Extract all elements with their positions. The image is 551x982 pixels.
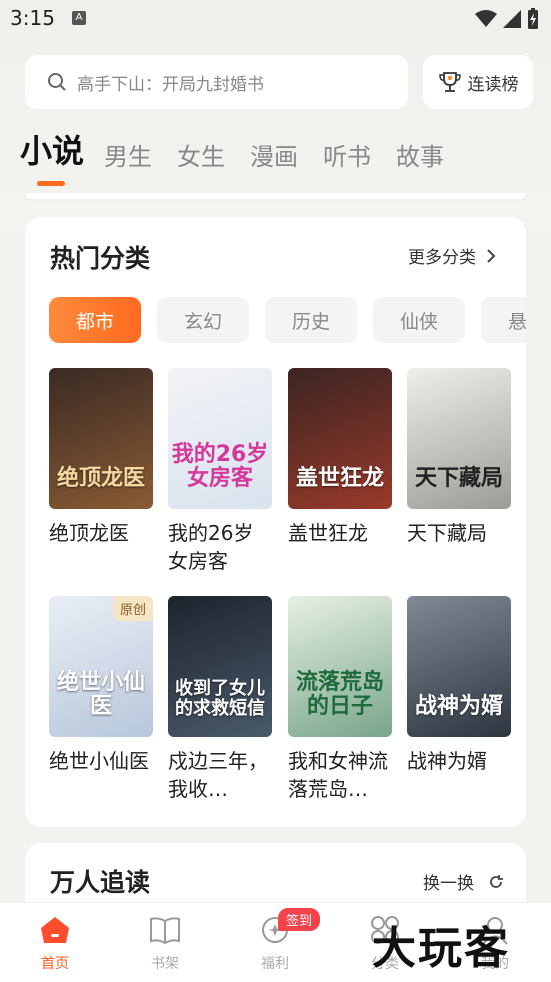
book-item[interactable]: 天下藏局 天下藏局 bbox=[407, 368, 511, 547]
refresh-button[interactable]: 换一换 bbox=[423, 869, 504, 894]
search-placeholder: 高手下山：开局九封婚书 bbox=[77, 74, 264, 95]
battery-icon bbox=[528, 8, 538, 29]
tab-male[interactable]: 男生 bbox=[104, 137, 152, 172]
cover-text: 盖世狂龙 bbox=[295, 466, 384, 491]
chip-fantasy[interactable]: 玄幻 bbox=[157, 297, 249, 343]
nav-label: 福利 bbox=[261, 956, 289, 972]
book-item[interactable]: 收到了女儿的求救短信 戍边三年，我收… bbox=[168, 596, 272, 803]
refresh-label: 换一换 bbox=[423, 874, 474, 894]
book-item[interactable]: 原创 绝世小仙医 绝世小仙医 bbox=[49, 596, 153, 775]
cover-text: 收到了女儿的求救短信 bbox=[175, 678, 265, 719]
cover-text: 绝顶龙医 bbox=[56, 466, 145, 491]
signal-icon bbox=[503, 10, 521, 28]
chip-xianxia[interactable]: 仙侠 bbox=[373, 297, 465, 343]
book-cover: 原创 绝世小仙医 bbox=[49, 596, 153, 737]
book-title: 盖世狂龙 bbox=[288, 521, 368, 545]
book-icon bbox=[150, 917, 180, 945]
book-item[interactable]: 盖世狂龙 盖世狂龙 bbox=[288, 368, 392, 547]
book-title: 我的26岁女房客 bbox=[168, 521, 254, 573]
tab-story[interactable]: 故事 bbox=[396, 137, 444, 172]
book-title: 天下藏局 bbox=[407, 521, 487, 545]
book-cover: 我的26岁女房客 bbox=[168, 368, 272, 509]
tab-audio[interactable]: 听书 bbox=[323, 137, 371, 172]
reading-rank-button[interactable]: 连读榜 bbox=[423, 55, 533, 109]
book-cover: 绝顶龙医 bbox=[49, 368, 153, 509]
chip-urban[interactable]: 都市 bbox=[49, 297, 141, 343]
section-title: 万人追读 bbox=[50, 868, 151, 897]
previous-card-edge bbox=[25, 193, 526, 199]
status-time: 3:15 bbox=[10, 6, 55, 30]
book-item[interactable]: 流落荒岛的日子 我和女神流落荒岛… bbox=[288, 596, 392, 803]
chevron-right-icon bbox=[487, 248, 496, 263]
book-title: 我和女神流落荒岛… bbox=[288, 749, 388, 801]
genre-chips: 都市 玄幻 历史 仙侠 悬疑 bbox=[49, 297, 526, 343]
checkin-badge[interactable]: 签到 bbox=[278, 908, 321, 931]
cover-text: 流落荒岛的日子 bbox=[295, 670, 384, 719]
book-title: 绝顶龙医 bbox=[49, 521, 129, 545]
chip-history[interactable]: 历史 bbox=[265, 297, 357, 343]
cover-text: 绝世小仙医 bbox=[56, 670, 145, 719]
wifi-icon bbox=[475, 10, 497, 27]
hot-categories-card: 热门分类 更多分类 都市 玄幻 历史 仙侠 悬疑 绝顶龙医 绝顶龙医 我的26岁… bbox=[25, 217, 526, 827]
home-icon bbox=[41, 917, 69, 943]
section-title: 热门分类 bbox=[50, 244, 151, 273]
more-categories-label: 更多分类 bbox=[408, 248, 476, 268]
chip-mystery[interactable]: 悬疑 bbox=[481, 297, 526, 343]
watermark-logo: 大玩客 bbox=[372, 923, 510, 974]
cover-text: 我的26岁女房客 bbox=[171, 442, 269, 491]
notification-a-icon: A bbox=[72, 11, 86, 25]
book-cover: 流落荒岛的日子 bbox=[288, 596, 392, 737]
book-title: 戍边三年，我收… bbox=[168, 749, 268, 801]
nav-home[interactable]: 首页 bbox=[15, 915, 95, 973]
active-tab-indicator bbox=[37, 181, 65, 186]
book-cover: 收到了女儿的求救短信 bbox=[168, 596, 272, 737]
book-cover: 战神为婿 bbox=[407, 596, 511, 737]
book-item[interactable]: 绝顶龙医 绝顶龙医 bbox=[49, 368, 153, 547]
tab-comic[interactable]: 漫画 bbox=[250, 137, 298, 172]
book-cover: 盖世狂龙 bbox=[288, 368, 392, 509]
book-title: 绝世小仙医 bbox=[49, 749, 149, 773]
status-icons bbox=[475, 8, 539, 30]
more-categories-link[interactable]: 更多分类 bbox=[408, 243, 496, 268]
book-item[interactable]: 我的26岁女房客 我的26岁女房客 bbox=[168, 368, 272, 575]
reading-rank-label: 连读榜 bbox=[467, 74, 519, 95]
tab-female[interactable]: 女生 bbox=[177, 137, 225, 172]
book-cover: 天下藏局 bbox=[407, 368, 511, 509]
refresh-icon bbox=[490, 874, 503, 888]
book-item[interactable]: 战神为婿 战神为婿 bbox=[407, 596, 511, 775]
book-title: 战神为婿 bbox=[407, 749, 487, 773]
status-bar: 3:15 A bbox=[0, 0, 551, 38]
nav-label: 书架 bbox=[151, 956, 179, 972]
original-badge: 原创 bbox=[112, 596, 153, 621]
cover-text: 天下藏局 bbox=[414, 466, 503, 491]
search-bar[interactable]: 高手下山：开局九封婚书 bbox=[25, 55, 408, 109]
category-tabs: 小说 男生 女生 漫画 听书 故事 bbox=[20, 126, 469, 186]
nav-label: 首页 bbox=[41, 956, 69, 972]
trophy-icon bbox=[438, 72, 461, 92]
nav-bookshelf[interactable]: 书架 bbox=[125, 915, 205, 973]
tab-novel[interactable]: 小说 bbox=[20, 126, 84, 186]
cover-text: 战神为婿 bbox=[414, 694, 503, 719]
search-icon bbox=[48, 73, 66, 91]
